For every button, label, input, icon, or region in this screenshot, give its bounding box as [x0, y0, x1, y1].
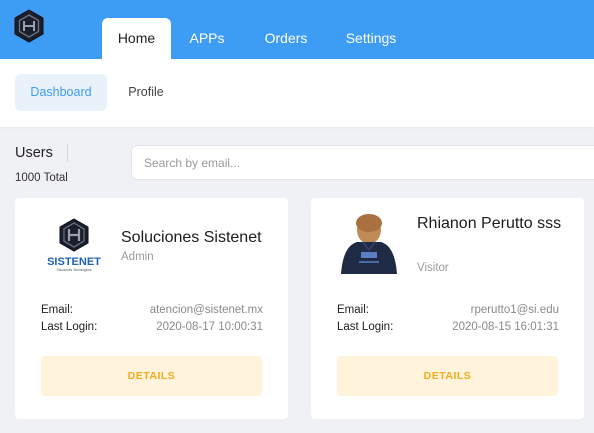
last-login-label: Last Login: — [337, 321, 394, 333]
last-login-value: 2020-08-17 10:00:31 — [156, 321, 263, 333]
tab-home[interactable]: Home — [102, 18, 171, 59]
user-card: Rhianon Perutto sss Visitor Email: rperu… — [311, 198, 584, 419]
last-login-value: 2020-08-15 16:01:31 — [452, 321, 559, 333]
details-button[interactable]: DETAILS — [41, 356, 262, 396]
sistenet-logo-icon[interactable] — [13, 9, 45, 43]
email-label: Email: — [337, 304, 369, 316]
sub-nav-bar: Dashboard Profile — [0, 59, 594, 127]
sistenet-company-logo-icon: SISTENET Soluciones Tecnológicas — [47, 218, 101, 272]
email-value: rperutto1@si.edu — [470, 304, 559, 316]
user-name: Soluciones Sistenet — [121, 229, 262, 246]
email-value: atencion@sistenet.mx — [149, 304, 263, 316]
last-login-label: Last Login: — [41, 321, 98, 333]
subtab-dashboard[interactable]: Dashboard — [15, 74, 107, 111]
sistenet-logo-tagline: Soluciones Tecnológicas — [57, 268, 92, 272]
users-divider — [67, 144, 68, 162]
details-button[interactable]: DETAILS — [337, 356, 558, 396]
users-total-count: 1000 Total — [15, 172, 68, 184]
tab-apps[interactable]: APPs — [180, 18, 234, 59]
subtab-profile[interactable]: Profile — [115, 74, 177, 111]
sistenet-logo-wordmark: SISTENET — [47, 256, 101, 268]
email-label: Email: — [41, 304, 73, 316]
search-by-email-input[interactable] — [131, 145, 594, 180]
user-role: Admin — [121, 251, 154, 263]
tab-orders[interactable]: Orders — [258, 18, 314, 59]
user-role: Visitor — [417, 262, 449, 274]
user-avatar — [341, 214, 397, 274]
top-nav-bar: Home APPs Orders Settings — [0, 0, 594, 59]
user-name: Rhianon Perutto sss — [417, 215, 562, 232]
user-card: SISTENET Soluciones Tecnológicas Solucio… — [15, 198, 288, 419]
users-title: Users — [15, 145, 53, 161]
tab-settings[interactable]: Settings — [340, 18, 402, 59]
